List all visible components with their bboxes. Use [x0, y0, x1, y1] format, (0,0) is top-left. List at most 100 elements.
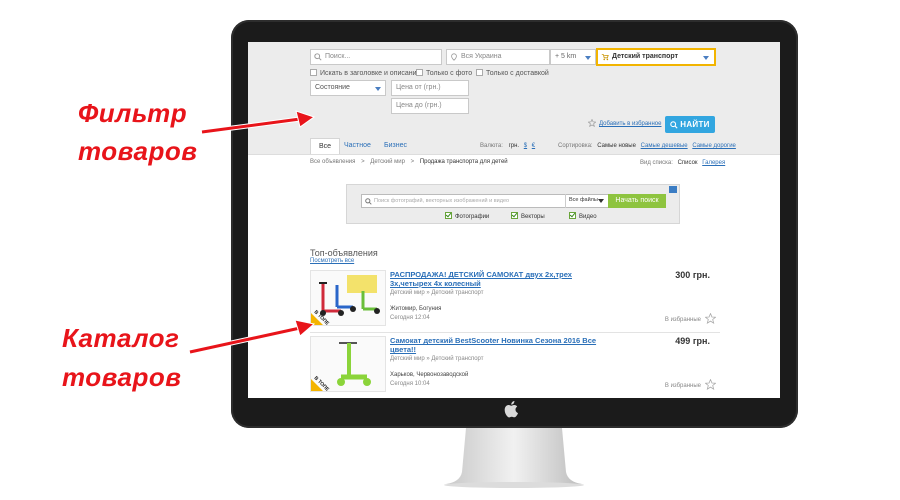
ad-option-vectors[interactable]: Векторы — [511, 212, 545, 220]
currency-eur[interactable]: € — [532, 143, 535, 149]
listing-thumbnail[interactable]: В ТОПЕ — [310, 336, 386, 392]
listing-location: Житомир, Богуния — [390, 306, 442, 312]
price-to-input[interactable]: Цена до (грн.) — [391, 98, 469, 114]
star-icon — [587, 118, 597, 128]
currency-label: Валюта: — [480, 143, 503, 149]
listing-date: Сегодня 12:04 — [390, 315, 430, 321]
checkbox-box[interactable] — [310, 69, 317, 76]
monitor-stand — [444, 428, 584, 488]
search-input[interactable]: Поиск... — [310, 49, 442, 65]
listing-thumbnail[interactable]: В ТОПЕ — [310, 270, 386, 326]
filter-annotation-line1: Фильтр — [78, 98, 188, 128]
sort-newest[interactable]: Самые новые — [597, 143, 636, 149]
filter-annotation-line2: товаров — [78, 136, 198, 166]
search-icon — [670, 121, 678, 129]
save-search-link[interactable]: Добавить в избранное — [587, 118, 662, 128]
find-button-label: НАЙТИ — [680, 120, 710, 129]
price-from-placeholder: Цена от (грн.) — [396, 84, 441, 91]
search-icon — [365, 198, 372, 205]
stage: Поиск... Вся Украина + 5 km Детский тран… — [0, 0, 900, 500]
checkbox-box[interactable] — [416, 69, 423, 76]
breadcrumb-separator: > — [410, 159, 415, 165]
ad-files-select[interactable]: Все файлы — [565, 194, 607, 208]
listing-title[interactable]: Самокат детский BestScooter Новинка Сезо… — [390, 336, 610, 354]
listing-price: 300 грн. — [675, 270, 710, 280]
ad-option-label: Векторы — [521, 214, 545, 220]
price-from-input[interactable]: Цена от (грн.) — [391, 80, 469, 96]
apple-logo-icon — [504, 401, 518, 418]
top-listings-heading: Топ-объявления — [310, 248, 378, 258]
breadcrumb-current: Продажа транспорта для детей — [419, 159, 508, 165]
checkbox-delivery-only[interactable]: Только с доставкой — [476, 69, 549, 78]
ad-option-label: Фотографии — [455, 214, 490, 220]
checkbox-photo-only[interactable]: Только с фото — [416, 69, 472, 78]
tab-private[interactable]: Частное — [336, 138, 379, 154]
ad-files-label: Все файлы — [569, 197, 598, 203]
find-button[interactable]: НАЙТИ — [665, 116, 715, 133]
view-mode-label: Вид списка: — [640, 160, 673, 166]
checkbox-label: Только с доставкой — [486, 70, 549, 77]
sort-expensive[interactable]: Самые дорогие — [692, 143, 736, 149]
save-search-label: Добавить в избранное — [599, 121, 662, 127]
ad-search-placeholder: Поиск фотографий, векторных изображений … — [374, 198, 510, 204]
star-icon — [704, 378, 717, 390]
list-item[interactable]: В ТОПЕ РАСПРОДАЖА! ДЕТСКИЙ САМОКАТ двух … — [310, 270, 720, 332]
add-to-favorites-label: В избранные — [664, 317, 701, 323]
checkbox-checked[interactable] — [569, 212, 576, 219]
tab-label: Бизнес — [384, 142, 407, 149]
ad-search-button[interactable]: Начать поиск — [608, 194, 666, 208]
radius-value: + 5 km — [555, 53, 577, 60]
breadcrumb-item[interactable]: Детский мир — [370, 159, 405, 165]
chevron-down-icon — [598, 199, 604, 203]
condition-select[interactable]: Состояние — [310, 80, 386, 96]
breadcrumb: Все объявления > Детский мир > Продажа т… — [310, 159, 508, 165]
listing-title[interactable]: РАСПРОДАЖА! ДЕТСКИЙ САМОКАТ двух 2х,трех… — [390, 270, 610, 288]
screen: Поиск... Вся Украина + 5 km Детский тран… — [248, 42, 780, 398]
listing-date: Сегодня 10:04 — [390, 381, 430, 387]
price-to-placeholder: Цена до (грн.) — [396, 102, 442, 109]
checkbox-label: Только с фото — [426, 70, 473, 77]
listing-category: Детский мир » Детский транспорт — [390, 356, 484, 362]
list-item[interactable]: В ТОПЕ Самокат детский BestScooter Новин… — [310, 336, 720, 398]
filter-arrow-icon — [201, 110, 316, 135]
catalog-annotation-line2: товаров — [62, 362, 182, 392]
tab-label: Частное — [344, 142, 371, 149]
star-icon — [704, 312, 717, 324]
currency-usd[interactable]: $ — [524, 143, 527, 149]
chevron-down-icon — [375, 87, 381, 91]
chevron-down-icon — [703, 56, 709, 60]
sort-options: Сортировка: Самые новые Самые дешевые Са… — [558, 143, 736, 149]
ad-option-video[interactable]: Видео — [569, 212, 597, 220]
category-select[interactable]: Детский транспорт — [596, 48, 716, 66]
search-icon — [314, 53, 322, 61]
checkbox-box[interactable] — [476, 69, 483, 76]
region-input[interactable]: Вся Украина — [446, 49, 550, 65]
location-pin-icon — [451, 53, 457, 61]
checkbox-checked[interactable] — [445, 212, 452, 219]
add-to-favorites[interactable]: В избранные — [664, 312, 717, 324]
currency-switch: Валюта: грн. $ € — [480, 143, 535, 149]
breadcrumb-item[interactable]: Все объявления — [310, 159, 355, 165]
view-mode-gallery[interactable]: Галерея — [702, 160, 725, 166]
sort-label: Сортировка: — [558, 143, 593, 149]
sort-cheapest[interactable]: Самые дешевые — [641, 143, 688, 149]
divider — [310, 332, 720, 333]
see-all-link[interactable]: Посмотреть все — [310, 258, 354, 264]
currency-uah[interactable]: грн. — [509, 143, 520, 149]
checkbox-checked[interactable] — [511, 212, 518, 219]
tab-label: Все — [319, 143, 332, 150]
results-bar — [248, 154, 780, 180]
view-mode-list[interactable]: Список — [678, 160, 698, 166]
adchoices-icon[interactable] — [669, 186, 677, 193]
stroller-icon — [601, 54, 609, 61]
ad-banner: Поиск фотографий, векторных изображений … — [346, 184, 680, 224]
add-to-favorites[interactable]: В избранные — [665, 378, 717, 390]
ad-option-photos[interactable]: Фотографии — [445, 212, 489, 220]
radius-select[interactable]: + 5 km — [550, 49, 596, 65]
view-mode: Вид списка: Список Галерея — [640, 160, 725, 166]
chevron-down-icon — [585, 56, 591, 60]
checkbox-title-description[interactable]: Искать в заголовке и описании — [310, 69, 420, 78]
breadcrumb-separator: > — [361, 159, 365, 165]
region-value: Вся Украина — [461, 53, 502, 60]
tab-business[interactable]: Бизнес — [376, 138, 415, 154]
